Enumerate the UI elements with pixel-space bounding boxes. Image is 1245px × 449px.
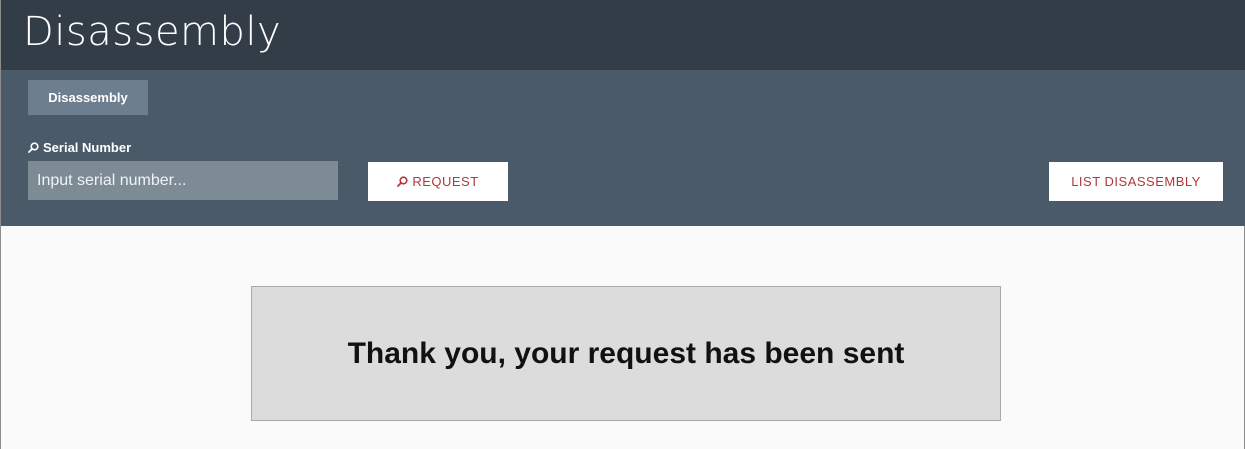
- search-icon: [28, 142, 39, 153]
- serial-number-label: Serial Number: [28, 140, 131, 155]
- list-disassembly-button-label: LIST DISASSEMBLY: [1071, 174, 1201, 189]
- page-title: Disassembly: [23, 9, 282, 55]
- tab-disassembly[interactable]: Disassembly: [28, 80, 148, 115]
- search-icon: [397, 176, 408, 187]
- confirmation-message-box: Thank you, your request has been sent: [251, 286, 1001, 421]
- confirmation-message: Thank you, your request has been sent: [347, 336, 905, 370]
- list-disassembly-button[interactable]: LIST DISASSEMBLY: [1049, 162, 1223, 201]
- app-header: Disassembly: [1, 0, 1245, 70]
- app-frame: Disassembly Disassembly Serial Number RE…: [0, 0, 1245, 449]
- serial-number-input[interactable]: [28, 161, 338, 200]
- toolbar: Disassembly Serial Number REQUEST LIST D: [1, 70, 1245, 226]
- request-button[interactable]: REQUEST: [368, 162, 508, 201]
- request-button-label: REQUEST: [412, 174, 479, 189]
- serial-number-label-text: Serial Number: [43, 140, 132, 155]
